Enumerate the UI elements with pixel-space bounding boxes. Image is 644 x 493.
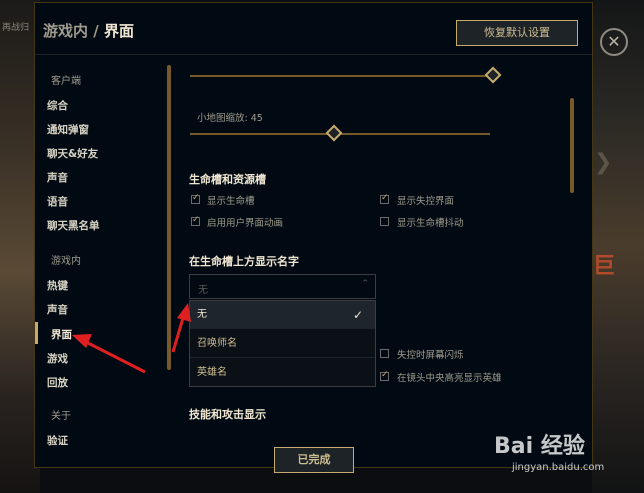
content-scrollbar[interactable] — [570, 98, 574, 193]
title-section: 游戏内 — [43, 22, 89, 40]
upper-slider-track[interactable] — [190, 75, 490, 77]
close-icon[interactable]: ✕ — [600, 28, 628, 56]
name-display-section-title: 在生命槽上方显示名字 — [189, 255, 299, 268]
done-button[interactable]: 已完成 — [274, 447, 354, 473]
sidebar-item-chat-friends[interactable]: 聊天&好友 — [47, 146, 98, 161]
show-health-bar-label: 显示生命槽 — [207, 196, 255, 207]
watermark-brand: Bai 经验 — [494, 434, 585, 459]
ui-animation-label: 启用用户界面动画 — [207, 218, 284, 229]
reset-defaults-button[interactable]: 恢复默认设置 — [456, 20, 578, 46]
title-separator: / — [93, 22, 99, 40]
sidebar-item-hotkeys[interactable]: 热键 — [47, 278, 68, 293]
cc-screen-flash-label: 失控时屏幕闪烁 — [397, 350, 464, 361]
sidebar-item-replay[interactable]: 回放 — [47, 375, 68, 390]
sidebar-item-chat-blocklist[interactable]: 聊天黑名单 — [47, 218, 100, 233]
upper-slider-knob[interactable] — [484, 66, 502, 84]
sidebar-item-voice[interactable]: 语音 — [47, 194, 68, 209]
ui-animation-checkbox[interactable] — [191, 215, 200, 226]
dialog-header: 游戏内 / 界面 恢复默认设置 — [35, 3, 592, 55]
dropdown-option-none[interactable]: 无 ✓ — [190, 301, 375, 329]
name-display-dropdown: 无 ✓ 召唤师名 英雄名 — [189, 300, 376, 387]
sidebar-item-game[interactable]: 游戏 — [47, 351, 68, 366]
dropdown-option-champion-name[interactable]: 英雄名 — [190, 359, 375, 387]
sidebar-scrollbar[interactable] — [167, 65, 171, 370]
background-text-right: 巨 — [593, 254, 616, 279]
background-art-right — [592, 0, 644, 493]
sidebar-category-client: 客户端 — [51, 76, 81, 87]
settings-sidebar: 客户端 综合 通知弹窗 聊天&好友 声音 语音 聊天黑名单 游戏内 热键 声音 … — [35, 56, 160, 469]
title-current-page: 界面 — [103, 22, 134, 40]
sidebar-category-ingame: 游戏内 — [51, 256, 81, 267]
cc-screen-flash-checkbox[interactable] — [380, 349, 389, 358]
background-arrow-icon: ❯ — [594, 150, 613, 175]
minimap-scale-knob[interactable] — [325, 124, 343, 142]
health-bar-shake-checkbox[interactable] — [380, 217, 389, 226]
sidebar-item-general[interactable]: 综合 — [47, 98, 68, 113]
sidebar-active-marker — [35, 322, 38, 344]
sidebar-item-ingame-sound[interactable]: 声音 — [47, 302, 68, 317]
health-bar-shake-label: 显示生命槽抖动 — [397, 218, 464, 229]
dropdown-option-label: 无 — [197, 309, 207, 320]
select-arrows-icon: ⌃ — [361, 279, 369, 289]
page-title: 游戏内 / 界面 — [43, 20, 134, 41]
highlight-champion-label: 在镜头中央高亮显示英雄 — [397, 373, 502, 384]
settings-dialog: 游戏内 / 界面 恢复默认设置 客户端 综合 通知弹窗 聊天&好友 声音 语音 … — [34, 2, 593, 473]
checkmark-icon: ✓ — [352, 308, 363, 322]
background-text-left: 再战归 — [2, 23, 30, 33]
name-display-select[interactable]: 无 ⌃ — [189, 274, 376, 299]
select-current-value: 无 — [198, 285, 208, 296]
skills-section-title: 技能和攻击显示 — [189, 408, 266, 421]
dropdown-option-summoner-name[interactable]: 召唤师名 — [190, 330, 375, 358]
baidu-watermark: Bai 经验 jingyan.baidu.com — [494, 428, 640, 488]
sidebar-item-client-sound[interactable]: 声音 — [47, 170, 68, 185]
show-cc-ui-checkbox[interactable] — [380, 193, 389, 204]
minimap-scale-label: 小地图缩放: 45 — [197, 113, 263, 124]
sidebar-item-notifications[interactable]: 通知弹窗 — [47, 122, 89, 137]
sidebar-item-interface[interactable]: 界面 — [51, 327, 72, 342]
screen: 再战归 ❯ 巨 ✕ 游戏内 / 界面 恢复默认设置 客户端 综合 通知弹窗 聊天… — [0, 0, 644, 493]
sidebar-item-verify[interactable]: 验证 — [47, 433, 68, 448]
highlight-champion-checkbox[interactable] — [380, 370, 389, 381]
watermark-url: jingyan.baidu.com — [512, 462, 605, 473]
show-health-bar-checkbox[interactable] — [191, 193, 200, 204]
health-section-title: 生命槽和资源槽 — [189, 173, 266, 186]
show-cc-ui-label: 显示失控界面 — [397, 196, 455, 207]
sidebar-category-about: 关于 — [51, 411, 71, 422]
